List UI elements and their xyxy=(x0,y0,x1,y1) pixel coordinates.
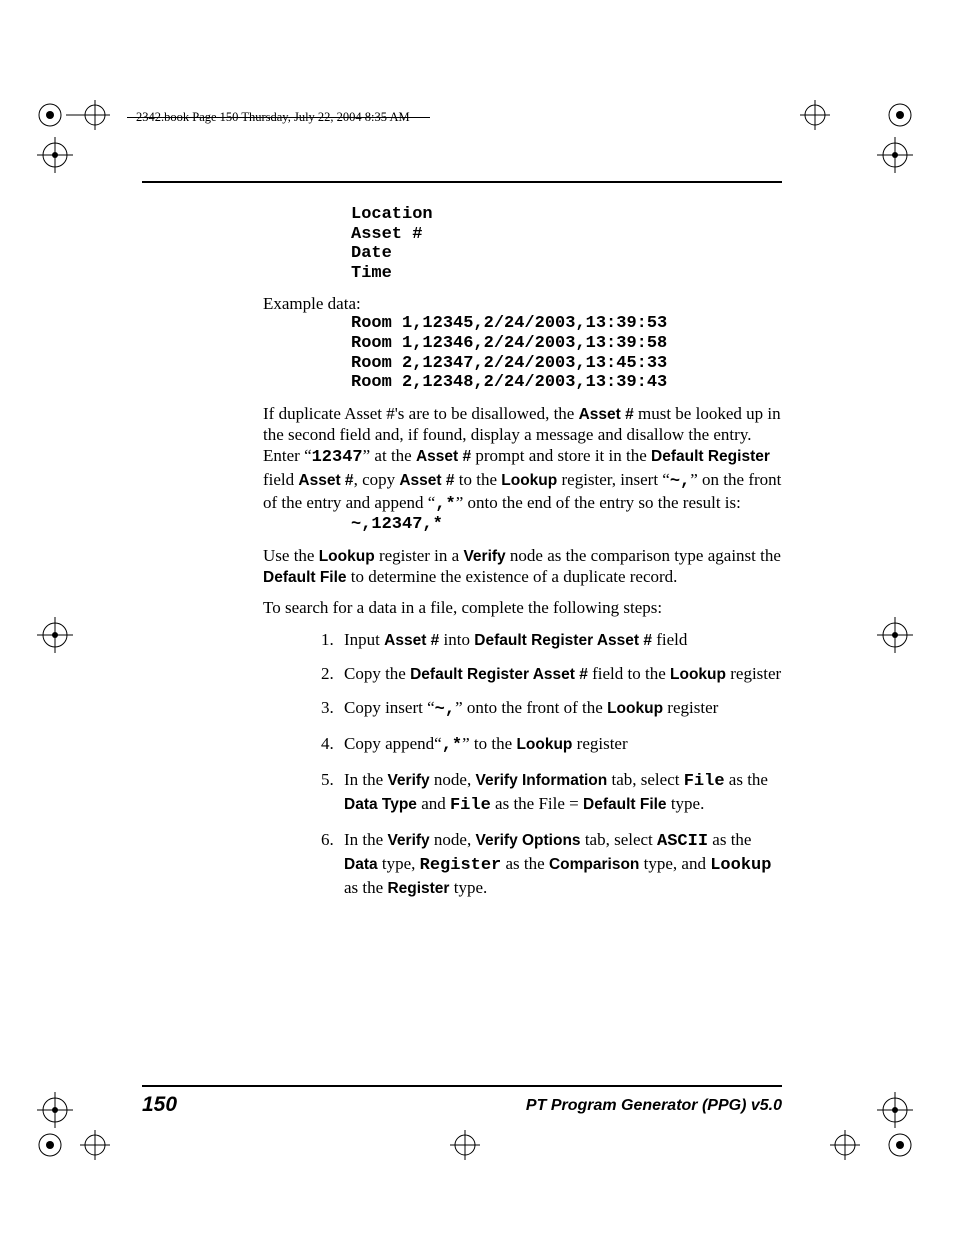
paragraph-1: If duplicate Asset #'s are to be disallo… xyxy=(263,403,783,515)
crop-mark-icon xyxy=(440,1120,490,1170)
top-rule xyxy=(142,181,782,183)
page-number: 150 xyxy=(142,1093,177,1117)
crop-mark-icon xyxy=(865,125,925,185)
paragraph-2: Use the Lookup register in a Verify node… xyxy=(263,545,783,588)
step-3: Copy insert “~,” onto the front of the L… xyxy=(338,697,783,721)
example-data-code: Room 1,12345,2/24/2003,13:39:53 Room 1,1… xyxy=(351,314,783,392)
step-1: Input Asset # into Default Register Asse… xyxy=(338,629,783,651)
page-content: Location Asset # Date Time Example data:… xyxy=(263,205,783,912)
field-list-code: Location Asset # Date Time xyxy=(351,205,783,283)
crop-mark-icon xyxy=(25,125,85,185)
crop-mark-icon xyxy=(865,605,925,665)
footer-rule xyxy=(142,1085,782,1087)
crop-mark-icon xyxy=(820,1120,870,1170)
footer-title: PT Program Generator (PPG) v5.0 xyxy=(526,1097,782,1115)
paragraph-3: To search for a data in a file, complete… xyxy=(263,597,783,618)
print-header: 2342.book Page 150 Thursday, July 22, 20… xyxy=(136,110,410,125)
result-code: ~,12347,* xyxy=(351,515,783,535)
steps-list: Input Asset # into Default Register Asse… xyxy=(263,629,783,900)
crop-mark-icon xyxy=(70,1120,120,1170)
step-4: Copy append“,*” to the Lookup register xyxy=(338,733,783,757)
step-5: In the Verify node, Verify Information t… xyxy=(338,769,783,817)
crop-mark-icon xyxy=(25,605,85,665)
crop-mark-icon xyxy=(790,90,840,140)
step-6: In the Verify node, Verify Options tab, … xyxy=(338,829,783,899)
example-label: Example data: xyxy=(263,293,783,314)
crop-mark-icon xyxy=(870,1120,920,1170)
step-2: Copy the Default Register Asset # field … xyxy=(338,663,783,685)
